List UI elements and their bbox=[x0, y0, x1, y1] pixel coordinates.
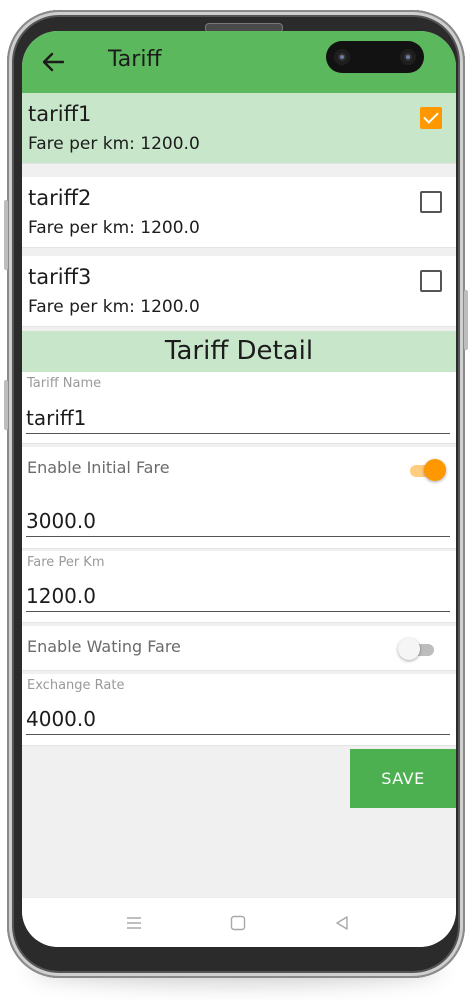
toggle-thumb bbox=[398, 638, 420, 660]
fare-per-km-field: Fare Per Km bbox=[22, 551, 456, 623]
initial-fare-toggle[interactable] bbox=[408, 459, 446, 481]
fare-per-km-input[interactable] bbox=[26, 582, 450, 612]
tariff-list-item[interactable]: tariff1 Fare per km: 1200.0 bbox=[22, 93, 456, 164]
tariff-detail-header: Tariff Detail bbox=[22, 331, 456, 372]
tariff-fare: Fare per km: 1200.0 bbox=[28, 218, 200, 238]
fare-per-km-label: Fare Per Km bbox=[27, 555, 105, 570]
tariff-fare: Fare per km: 1200.0 bbox=[28, 297, 200, 317]
back-triangle-icon bbox=[336, 916, 348, 930]
side-button bbox=[4, 380, 8, 430]
tariff-name: tariff1 bbox=[28, 102, 92, 126]
tariff-name-label: Tariff Name bbox=[27, 376, 102, 391]
toggle-thumb bbox=[424, 459, 446, 481]
tariff-list-item[interactable]: tariff3 Fare per km: 1200.0 bbox=[22, 256, 456, 327]
initial-fare-input[interactable] bbox=[26, 507, 450, 537]
home-button[interactable] bbox=[225, 910, 251, 936]
tariff-name: tariff3 bbox=[28, 265, 92, 289]
save-button[interactable]: SAVE bbox=[350, 749, 456, 808]
tariff-checkbox[interactable] bbox=[420, 107, 442, 129]
tariff-name: tariff2 bbox=[28, 186, 92, 210]
screen: Tariff tariff1 Fare per km: 1200.0 tarif… bbox=[22, 31, 456, 947]
exchange-rate-label: Exchange Rate bbox=[27, 678, 125, 693]
camera-lens-icon bbox=[400, 49, 416, 65]
menu-icon bbox=[127, 917, 141, 929]
system-nav-bar bbox=[22, 897, 456, 947]
volume-button bbox=[4, 200, 8, 270]
tariff-name-field: Tariff Name bbox=[22, 372, 456, 444]
tariff-checkbox[interactable] bbox=[420, 191, 442, 213]
tariff-fare: Fare per km: 1200.0 bbox=[28, 134, 200, 154]
exchange-rate-input[interactable] bbox=[26, 705, 450, 735]
waiting-fare-field: Enable Wating Fare bbox=[22, 626, 456, 671]
camera-lens-icon bbox=[334, 49, 350, 65]
nav-back-button[interactable] bbox=[329, 910, 355, 936]
waiting-fare-toggle[interactable] bbox=[398, 638, 436, 660]
tariff-list-item[interactable]: tariff2 Fare per km: 1200.0 bbox=[22, 177, 456, 248]
page-title: Tariff bbox=[108, 47, 162, 72]
power-button bbox=[464, 290, 468, 350]
exchange-rate-field: Exchange Rate bbox=[22, 674, 456, 746]
arrow-left-icon bbox=[42, 52, 64, 72]
home-square-icon bbox=[230, 915, 246, 931]
initial-fare-field: Enable Initial Fare bbox=[22, 447, 456, 549]
tariff-checkbox[interactable] bbox=[420, 270, 442, 292]
back-button[interactable] bbox=[36, 45, 70, 79]
recent-apps-button[interactable] bbox=[121, 910, 147, 936]
initial-fare-label: Enable Initial Fare bbox=[27, 458, 170, 477]
app-bar: Tariff bbox=[22, 31, 456, 93]
tariff-name-input[interactable] bbox=[26, 404, 450, 434]
camera-cutout bbox=[326, 41, 424, 73]
waiting-fare-label: Enable Wating Fare bbox=[27, 637, 181, 656]
